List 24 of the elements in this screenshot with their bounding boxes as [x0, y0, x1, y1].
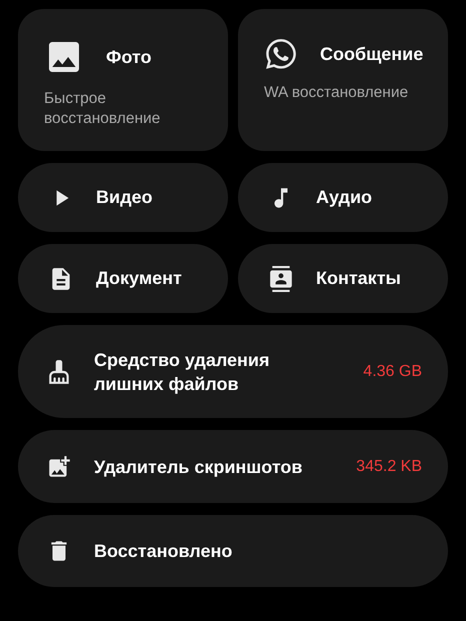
tool-title: Средство удаления лишних файлов: [94, 348, 270, 396]
category-label: Видео: [96, 187, 152, 208]
tool-row[interactable]: Восстановлено: [18, 515, 448, 587]
tool-title: Удалитель скриншотов: [94, 456, 304, 478]
tool-row[interactable]: Удалитель скриншотов 345.2 KB: [18, 430, 448, 503]
category-label: Аудио: [316, 187, 372, 208]
tool-row[interactable]: Средство удаления лишних файлов 4.36 GB: [18, 325, 448, 418]
tile-title: Сообщение: [320, 44, 424, 64]
category-label: Контакты: [316, 268, 401, 289]
category-label: Документ: [96, 268, 182, 289]
category-button[interactable]: Документ: [18, 244, 228, 313]
category-button[interactable]: Аудио: [238, 163, 448, 232]
tile-subtitle: Быстрое восстановление: [44, 89, 162, 129]
category-button[interactable]: Видео: [18, 163, 228, 232]
category-tile[interactable]: Сообщение WA восстановление: [238, 9, 448, 151]
tile-title: Фото: [106, 46, 152, 68]
tile-subtitle: WA восстановление: [264, 83, 410, 103]
contact-card-icon: [268, 266, 294, 292]
size-label: 345.2 KB: [356, 458, 422, 476]
phone-bubble-icon: [264, 37, 298, 71]
size-label: 4.36 GB: [363, 362, 422, 380]
category-button[interactable]: Контакты: [238, 244, 448, 313]
tool-title: Восстановлено: [94, 540, 234, 563]
category-tile[interactable]: Фото Быстрое восстановление: [18, 9, 228, 151]
